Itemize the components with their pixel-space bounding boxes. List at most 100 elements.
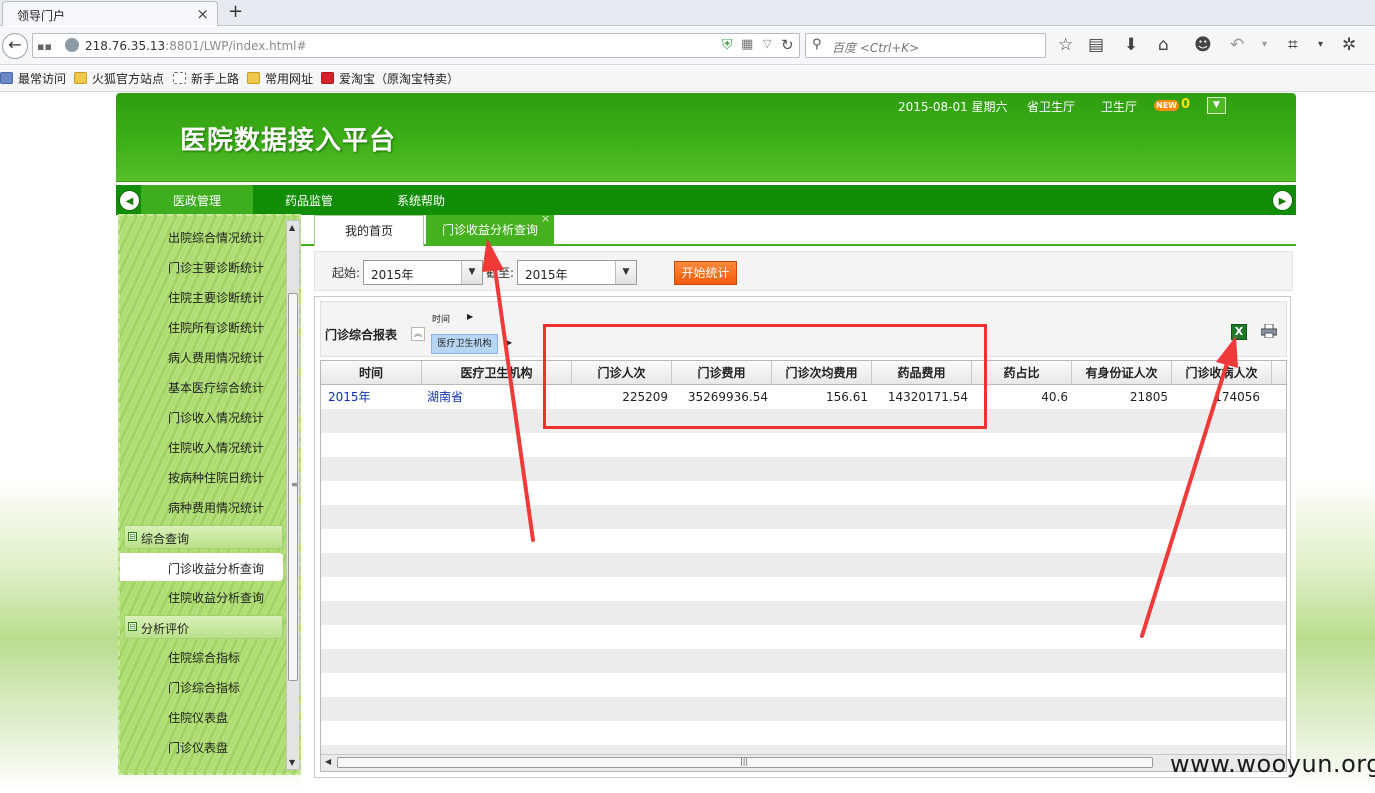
home-icon[interactable]: ⌂ [1158, 35, 1169, 55]
sidebar-item-active[interactable]: 门诊收益分析查询 [120, 553, 283, 581]
app-header: 医院数据接入平台 2015-08-01 星期六 省卫生厅 卫生厅 NEW 0 ▼ [116, 93, 1296, 181]
table-row [321, 649, 1286, 673]
to-year-select[interactable]: 2015年 ▼ [517, 260, 637, 285]
sidebar-item[interactable]: 门诊仪表盘 [168, 739, 228, 756]
bookmark-taobao[interactable]: 爱淘宝（原淘宝特卖） [321, 70, 459, 87]
tab-home[interactable]: 我的首页 [314, 215, 424, 246]
nav-item-drug-supervision[interactable]: 药品监管 [253, 185, 365, 215]
new-tab-button[interactable]: + [228, 1, 243, 22]
content-tabs: 我的首页 门诊收益分析查询 × [301, 212, 1296, 246]
table-row [321, 673, 1286, 697]
shield-icon[interactable]: ⛨ [722, 37, 733, 53]
start-statistics-button[interactable]: 开始统计 [674, 261, 737, 285]
nav-scroll-right-icon[interactable]: ▶ [1272, 190, 1293, 211]
sidebar-item[interactable]: 住院主要诊断统计 [168, 289, 264, 306]
back-arrow-icon[interactable]: ← [2, 33, 28, 59]
collapse-icon[interactable]: ⊟ [128, 532, 137, 541]
chevron-down-icon[interactable]: ▼ [615, 261, 636, 284]
sidebar-item[interactable]: 病种费用情况统计 [168, 499, 264, 516]
column-header[interactable]: 时间 [321, 361, 422, 385]
sidebar-scrollbar[interactable]: ▲ ≡ ▼ [286, 220, 300, 770]
sidebar-group-query[interactable]: ⊟ 综合查询 [124, 525, 283, 549]
reader-icon[interactable]: ▤ [1088, 35, 1104, 55]
crop-icon[interactable]: ⌗ [1288, 35, 1298, 55]
collapse-icon[interactable]: ⊟ [128, 622, 137, 631]
star-icon[interactable]: ☆ [1058, 35, 1073, 55]
column-header[interactable]: 药占比 [972, 361, 1072, 385]
close-tab-icon[interactable]: × [541, 212, 550, 225]
cell-time[interactable]: 2015年 [328, 385, 371, 409]
sidebar-item[interactable]: 基本医疗综合统计 [168, 379, 264, 396]
new-badge[interactable]: NEW [1154, 100, 1179, 111]
undo-icon[interactable]: ↶ [1230, 35, 1244, 55]
sidebar-item[interactable]: 门诊综合指标 [168, 679, 240, 696]
sidebar-item[interactable]: 住院收入情况统计 [168, 439, 264, 456]
sidebar-group-eval[interactable]: ⊟ 分析评价 [124, 615, 283, 639]
chevron-down-icon[interactable]: ▼ [461, 261, 482, 284]
browser-tab[interactable]: 领导门户 × [2, 1, 218, 26]
table-row [321, 505, 1286, 529]
qr-code-icon[interactable]: ▦ [741, 37, 753, 52]
chat-icon[interactable]: ☻ [1194, 35, 1212, 55]
scrollbar-thumb[interactable]: ≡ [288, 293, 298, 681]
close-tab-icon[interactable]: × [196, 5, 209, 23]
expand-arrow-icon[interactable]: ▶ [467, 312, 473, 321]
search-bar[interactable]: ⚲ 百度 <Ctrl+K> [805, 33, 1046, 58]
sidebar-group-label: 综合查询 [141, 532, 190, 546]
url-dropdown-icon[interactable]: ▽ [763, 37, 771, 50]
page-info-icon[interactable]: ▪▪ [37, 40, 52, 53]
bug-icon[interactable]: ✲ [1342, 35, 1356, 55]
highlight-box [543, 324, 987, 429]
tab-outpatient-analysis[interactable]: 门诊收益分析查询 [426, 215, 554, 246]
sidebar-item[interactable]: 住院所有诊断统计 [168, 319, 264, 336]
grip-icon: ≡ [291, 480, 298, 489]
url-text[interactable]: 218.76.35.13:8801/LWP/index.html# [85, 39, 307, 53]
undo-dropdown-icon[interactable]: ▾ [1262, 39, 1267, 50]
message-count[interactable]: 0 [1181, 97, 1190, 112]
sidebar-item[interactable]: 住院综合指标 [168, 649, 240, 666]
folder-icon [247, 72, 260, 84]
table-row [321, 577, 1286, 601]
collapse-icon[interactable]: ︽ [411, 327, 425, 341]
excel-export-icon[interactable]: X [1231, 324, 1247, 340]
scroll-down-icon[interactable]: ▼ [289, 758, 295, 767]
main-nav: ◀ 医政管理 药品监管 系统帮助 ▶ [116, 185, 1296, 215]
sidebar-item[interactable]: 按病种住院日统计 [168, 469, 264, 486]
scroll-up-icon[interactable]: ▲ [289, 223, 295, 232]
print-icon[interactable] [1260, 323, 1278, 339]
folder-icon [74, 72, 87, 84]
sidebar-item[interactable]: 病人费用情况统计 [168, 349, 264, 366]
sidebar: 出院综合情况统计 门诊主要诊断统计 住院主要诊断统计 住院所有诊断统计 病人费用… [118, 214, 301, 775]
from-year-select[interactable]: 2015年 ▼ [363, 260, 483, 285]
sidebar-item[interactable]: 出院综合情况统计 [168, 229, 264, 246]
scroll-left-icon[interactable]: ◀ [325, 757, 331, 766]
to-label: 截至: [486, 266, 515, 280]
bookmark-most-visited[interactable]: 最常访问 [0, 70, 66, 87]
dimension-org[interactable]: 医疗卫生机构 [431, 334, 498, 354]
cell-org[interactable]: 湖南省 [427, 385, 463, 409]
column-header[interactable]: 有身份证人次 [1072, 361, 1172, 385]
nav-item-medical-admin[interactable]: 医政管理 [141, 185, 253, 215]
report-title: 门诊综合报表 [325, 328, 398, 342]
grid-horizontal-scrollbar[interactable]: ◀ ||| [321, 754, 1286, 771]
nav-scroll-left-icon[interactable]: ◀ [119, 190, 140, 211]
sidebar-item[interactable]: 住院仪表盘 [168, 709, 228, 726]
url-bar[interactable]: ▪▪ 218.76.35.13:8801/LWP/index.html# ⛨ ▦… [32, 33, 800, 58]
scrollbar-thumb[interactable]: ||| [337, 757, 1153, 768]
sidebar-item[interactable]: 门诊收入情况统计 [168, 409, 264, 426]
nav-item-system-help[interactable]: 系统帮助 [365, 185, 477, 215]
url-host: 218.76.35.13 [85, 39, 166, 53]
expand-arrow-icon[interactable]: ▶ [506, 338, 512, 347]
bookmark-common-sites[interactable]: 常用网址 [247, 70, 313, 87]
dimension-time[interactable]: 时间 [432, 312, 450, 325]
crop-dropdown-icon[interactable]: ▾ [1318, 39, 1323, 50]
bookmark-firefox[interactable]: 火狐官方站点 [74, 70, 164, 87]
table-row [321, 529, 1286, 553]
sidebar-item[interactable]: 门诊主要诊断统计 [168, 259, 264, 276]
download-icon[interactable]: ⬇ [1124, 35, 1138, 55]
header-dropdown-icon[interactable]: ▼ [1207, 97, 1226, 114]
column-header[interactable]: 门诊收病人次 [1172, 361, 1272, 385]
reload-icon[interactable]: ↻ [781, 36, 794, 54]
bookmark-getting-started[interactable]: 新手上路 [173, 70, 239, 87]
sidebar-item[interactable]: 住院收益分析查询 [168, 589, 264, 606]
